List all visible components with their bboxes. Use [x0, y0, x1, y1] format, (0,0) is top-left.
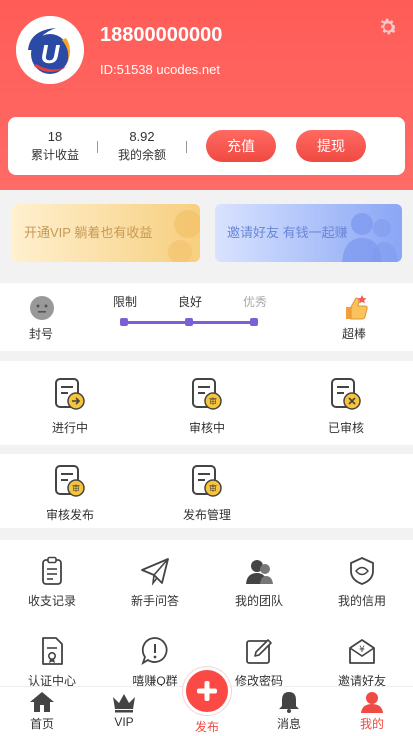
- divider: [97, 141, 98, 153]
- slider-dot: [250, 318, 258, 326]
- task-reviewed-label: 已审核: [327, 421, 364, 435]
- earnings-label: 累计收益: [30, 148, 79, 162]
- svg-text:¥: ¥: [359, 645, 365, 655]
- task-reviewing[interactable]: 审 审核中: [182, 377, 232, 436]
- balance-label: 我的余额: [117, 148, 166, 162]
- invite-banner-text: 邀请好友 有钱一起赚: [227, 225, 348, 240]
- svg-text:U: U: [41, 39, 61, 69]
- records-label: 收支记录: [27, 594, 76, 608]
- tab-mine[interactable]: 我的: [347, 691, 397, 732]
- edit-password-item[interactable]: 修改密码: [229, 636, 289, 689]
- earnings-stat: 18 累计收益: [30, 129, 80, 163]
- invite-icon: ¥: [349, 639, 375, 664]
- tab-home-label: 首页: [29, 717, 54, 731]
- certification-item[interactable]: 认证中心: [22, 636, 82, 689]
- publish-manage[interactable]: 审 发布管理: [179, 464, 235, 523]
- logo-icon: U: [16, 16, 84, 84]
- invite-banner[interactable]: 邀请好友 有钱一起赚: [215, 204, 402, 262]
- task-reviewed[interactable]: 已审核: [321, 377, 371, 436]
- slider-dot: [120, 318, 128, 326]
- credit-item[interactable]: 我的信用: [332, 556, 392, 609]
- level-limited: 限制: [113, 295, 138, 309]
- stats-card: 18 累计收益 8.92 我的余额 充值 提现: [8, 117, 405, 175]
- team-label: 我的团队: [234, 594, 283, 608]
- friends-decor-icon: [342, 213, 398, 262]
- team-item[interactable]: 我的团队: [229, 556, 289, 609]
- tab-messages-label: 消息: [276, 717, 301, 731]
- tab-vip[interactable]: VIP: [99, 691, 149, 729]
- faq-label: 新手问答: [130, 594, 179, 608]
- level-good: 良好: [178, 295, 203, 309]
- task-in-progress-label: 进行中: [51, 421, 88, 435]
- review-publish-label: 审核发布: [45, 508, 94, 522]
- certification-icon: [42, 637, 63, 665]
- task-section-1: 进行中 审 审核中 已审核: [0, 361, 413, 445]
- team-icon: [246, 560, 273, 584]
- publish-manage-icon: 审: [192, 465, 222, 497]
- tab-publish-label-wrap: 发布: [182, 718, 232, 735]
- task-in-progress[interactable]: 进行中: [45, 377, 95, 436]
- credit-label: 我的信用: [337, 594, 386, 608]
- faq-item[interactable]: 新手问答: [125, 556, 185, 609]
- gear-icon[interactable]: [377, 16, 399, 38]
- slider-dot-current: [185, 318, 193, 326]
- user-id: ID:51538 ucodes.net: [100, 62, 220, 77]
- task-reviewed-icon: [331, 378, 361, 410]
- person-icon: [361, 692, 383, 713]
- svg-text:审: 审: [209, 396, 217, 406]
- bell-icon: [279, 692, 299, 713]
- paper-plane-icon: [141, 558, 169, 586]
- balance-value: 8.92: [129, 129, 155, 144]
- svg-text:审: 审: [72, 483, 80, 493]
- task-section-2: 审 审核发布 审 发布管理: [0, 454, 413, 528]
- review-publish-icon: 审: [55, 465, 85, 497]
- review-publish[interactable]: 审 审核发布: [42, 464, 98, 523]
- puzzle-decor-icon: [168, 210, 200, 262]
- edit-password-icon: [246, 639, 272, 664]
- thumbs-up-icon: [346, 295, 368, 320]
- svg-text:审: 审: [209, 483, 217, 493]
- plus-icon: [197, 681, 217, 701]
- recharge-button[interactable]: 充值: [206, 130, 276, 162]
- tab-vip-label: VIP: [114, 715, 134, 729]
- user-phone: 18800000000: [100, 24, 223, 46]
- level-excellent: 优秀: [243, 295, 268, 309]
- crown-icon: [113, 694, 135, 713]
- balance-stat: 8.92 我的余额: [116, 129, 168, 163]
- qq-group-item[interactable]: 嘻赚Q群: [125, 636, 185, 689]
- vip-banner-text: 开通VIP 躺着也有收益: [24, 225, 153, 240]
- credit-shield-icon: [350, 557, 374, 585]
- publish-manage-label: 发布管理: [182, 508, 231, 522]
- earnings-value: 18: [47, 129, 63, 144]
- tab-home[interactable]: 首页: [17, 691, 67, 732]
- records-icon: [42, 556, 62, 585]
- tab-messages[interactable]: 消息: [264, 691, 314, 732]
- task-reviewing-icon: 审: [192, 378, 222, 410]
- divider: [186, 141, 187, 153]
- records-item[interactable]: 收支记录: [22, 556, 82, 609]
- avatar[interactable]: U: [16, 16, 84, 84]
- banned-label: 封号: [29, 327, 54, 341]
- credit-section: 封号 超棒 限制 良好 优秀: [0, 283, 413, 351]
- vip-banner[interactable]: 开通VIP 躺着也有收益: [12, 204, 200, 262]
- home-icon: [30, 692, 54, 712]
- tools-section: 收支记录 新手问答 我的团队 我的信用 认证中心 嘻赚Q群 修改密码 ¥ 邀请好…: [0, 540, 413, 689]
- qq-group-icon: [141, 637, 168, 666]
- withdraw-button[interactable]: 提现: [296, 130, 366, 162]
- task-in-progress-icon: [55, 378, 85, 410]
- great-label: 超棒: [342, 327, 367, 341]
- banned-face-icon: [30, 296, 54, 320]
- invite-item[interactable]: ¥ 邀请好友: [332, 636, 392, 689]
- task-reviewing-label: 审核中: [188, 421, 225, 435]
- publish-button[interactable]: [183, 667, 231, 715]
- tab-mine-label: 我的: [359, 717, 384, 731]
- tab-publish-label: 发布: [194, 720, 219, 734]
